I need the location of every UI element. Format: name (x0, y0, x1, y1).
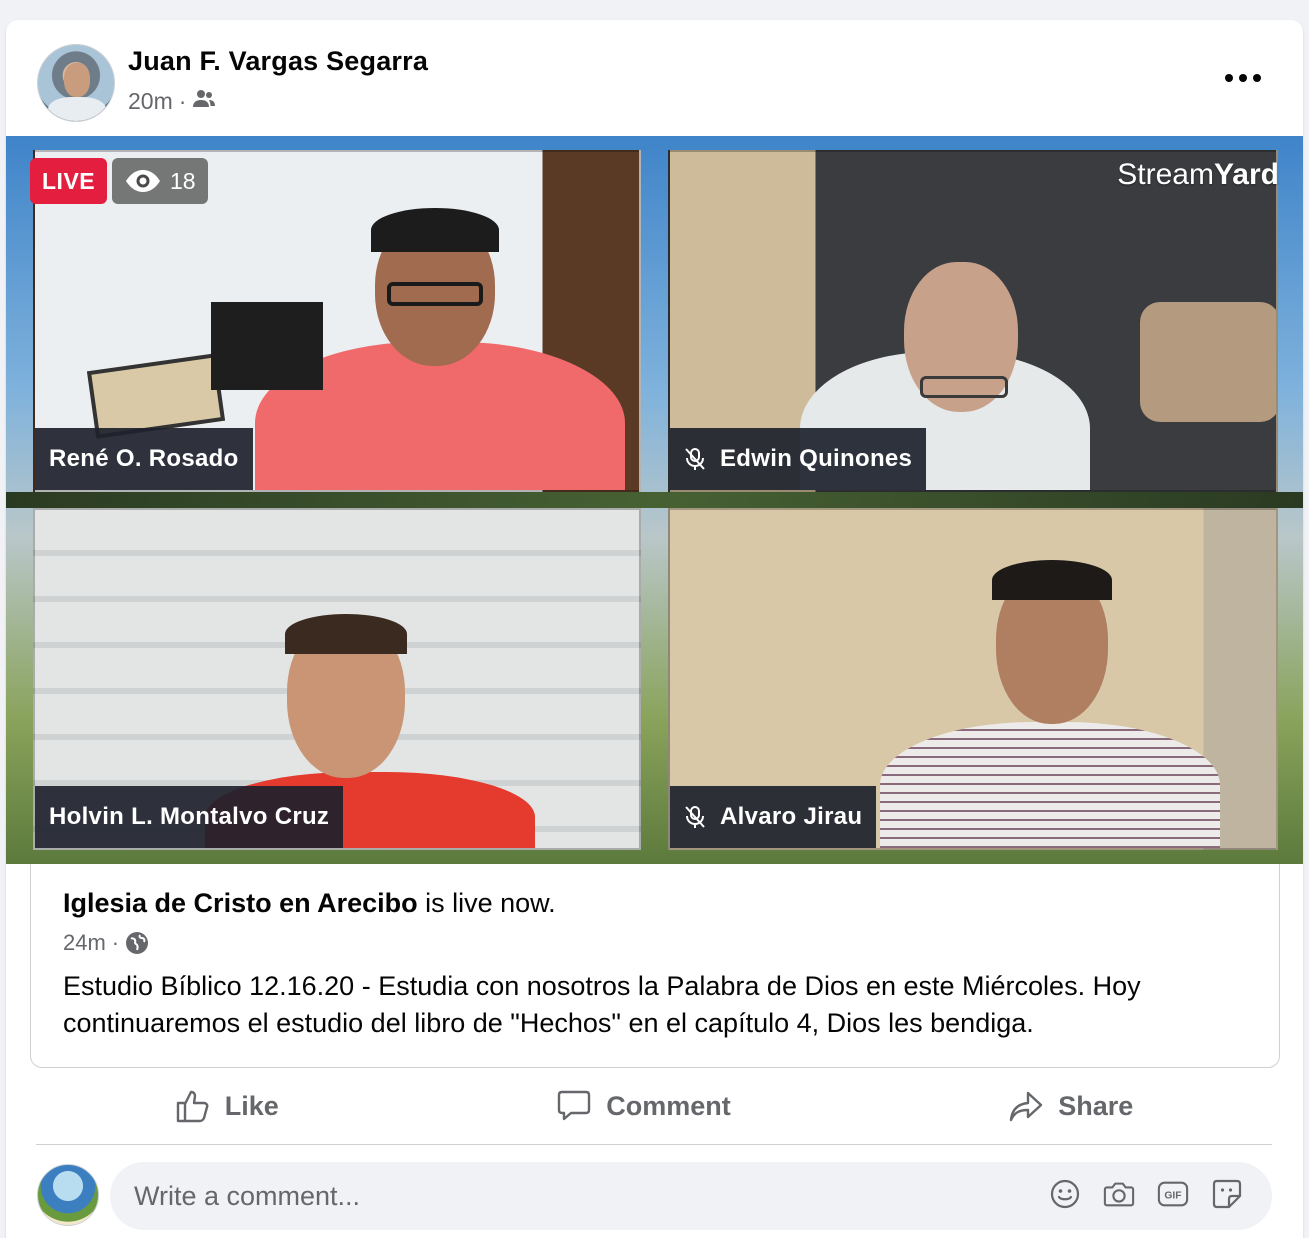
eye-icon (126, 170, 160, 192)
viewer-count: 18 (112, 158, 208, 204)
meta-separator: · (178, 88, 187, 114)
author-name[interactable]: Juan F. Vargas Segarra (128, 46, 428, 77)
emoji-icon[interactable] (1049, 1178, 1081, 1210)
participant-name: Holvin L. Montalvo Cruz (49, 803, 330, 830)
participant-tile-3: Holvin L. Montalvo Cruz (33, 508, 641, 850)
live-badge: LIVE (30, 158, 108, 204)
shared-post-body: Estudio Bíblico 12.16.20 - Estudia con n… (63, 971, 1141, 1038)
participant-name: René O. Rosado (49, 445, 239, 472)
mic-muted-icon (685, 448, 705, 470)
comment-label: Comment (606, 1090, 731, 1121)
streamyard-logo: StreamYard (1117, 158, 1279, 192)
post-meta: 20m · (128, 88, 216, 115)
more-options-icon[interactable] (1225, 68, 1261, 88)
meta-separator: · (111, 930, 120, 955)
comment-tools: GIF (1049, 1178, 1243, 1210)
divider (36, 1144, 1272, 1145)
brand-bold: Yard (1213, 158, 1279, 191)
friends-icon[interactable] (192, 88, 216, 115)
comment-button[interactable]: Comment (556, 1088, 731, 1124)
sticker-icon[interactable] (1211, 1178, 1243, 1210)
participant-name: Edwin Quinones (720, 445, 913, 472)
participant-name-tag: René O. Rosado (35, 428, 253, 490)
like-label: Like (224, 1090, 279, 1121)
mic-muted-icon (685, 806, 705, 828)
post-time[interactable]: 20m (128, 88, 173, 115)
participant-name-tag: Edwin Quinones (670, 428, 927, 490)
share-icon (1010, 1091, 1043, 1122)
commenter-avatar[interactable] (37, 1164, 99, 1226)
page-name[interactable]: Iglesia de Cristo en Arecibo (63, 888, 418, 918)
participant-name: Alvaro Jirau (720, 803, 863, 830)
post-actions: Like Comment Share (36, 1078, 1272, 1134)
participant-name-tag: Holvin L. Montalvo Cruz (35, 786, 344, 848)
svg-text:GIF: GIF (1164, 1191, 1181, 1202)
shared-post-time[interactable]: 24m (63, 930, 106, 956)
participant-tile-2: Edwin Quinones (668, 150, 1278, 492)
shared-post[interactable]: Iglesia de Cristo en Arecibo is live now… (30, 864, 1280, 1068)
post-card: Juan F. Vargas Segarra 20m · René O. Ros… (6, 20, 1303, 1238)
share-label: Share (1058, 1090, 1134, 1121)
like-icon (176, 1090, 209, 1123)
shared-post-meta: 24m · (63, 930, 149, 956)
share-button[interactable]: Share (1008, 1088, 1133, 1124)
participant-name-tag: Alvaro Jirau (670, 786, 877, 848)
like-button[interactable]: Like (175, 1088, 279, 1124)
shared-post-title: Iglesia de Cristo en Arecibo is live now… (63, 888, 556, 919)
live-video[interactable]: René O. Rosado Edwin Quinones Holvin L. … (6, 136, 1303, 864)
background-stripe (6, 492, 1303, 508)
viewer-count-value: 18 (170, 167, 196, 194)
live-status-text: is live now. (425, 888, 556, 918)
participant-tile-4: Alvaro Jirau (668, 508, 1278, 850)
avatar-face (64, 63, 90, 97)
camera-icon[interactable] (1103, 1178, 1135, 1210)
globe-icon[interactable] (125, 931, 149, 955)
comment-icon (558, 1090, 591, 1121)
brand-light: Stream (1117, 158, 1214, 191)
gif-icon[interactable]: GIF (1157, 1178, 1189, 1210)
author-avatar[interactable] (37, 44, 115, 122)
avatar-shirt (48, 97, 106, 121)
